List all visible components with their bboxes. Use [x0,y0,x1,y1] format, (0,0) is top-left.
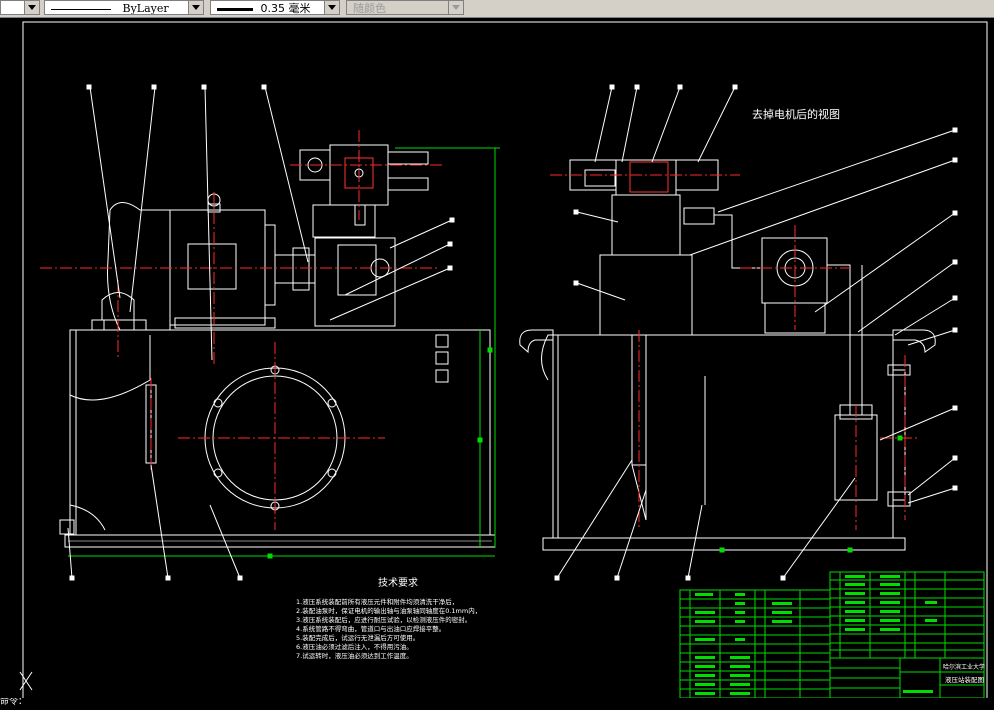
parts-list [679,571,985,699]
tech-requirements-title: 技术要求 [378,576,418,589]
drawing-canvas[interactable]: 去掉电机后的视图 技术要求 1.液压系统装配前所有液压元件和附件均须清洗干净后，… [0,18,994,706]
side-view [519,159,936,551]
tech-note: 1.液压系统装配前所有液压元件和附件均须清洗干净后， [296,597,458,606]
chevron-down-icon[interactable] [188,1,203,14]
properties-toolbar: ByLayer 0.35 毫米 随颜色 [0,0,994,18]
side-view-dimensions [719,435,903,553]
view-caption: 去掉电机后的视图 [752,107,840,121]
front-view [59,144,496,548]
drawing-svg: 去掉电机后的视图 技术要求 1.液压系统装配前所有液压元件和附件均须清洗干净后，… [19,21,988,703]
tech-note: 2.装配油泵时，保证电机的输出轴与油泵轴同轴度在0.1mm内， [296,606,481,615]
sheet-border [22,21,988,703]
motor-fan-cover [107,202,171,331]
ucs-icon [19,671,33,691]
side-view-centerlines [550,174,920,530]
pump-block [314,237,396,327]
front-view-leaders [67,84,455,581]
valve-stack [312,204,376,238]
tank-body [69,329,491,536]
tech-note: 7.试运转时，液压油必须达到工作温度。 [296,651,413,660]
tech-note: 3.液压系统装配后，应进行耐压试验，以检测液压件的密封。 [296,615,471,624]
motor-terminal-box [187,243,237,290]
plotstyle-label: 随颜色 [353,2,386,15]
chevron-down-icon[interactable] [448,1,463,14]
linetype-label: ByLayer [122,2,169,15]
tech-note: 5.装配完成后，试运行无泄漏后方可使用。 [296,633,419,642]
linetype-combo[interactable]: ByLayer [44,0,204,15]
lineweight-combo[interactable]: 0.35 毫米 [210,0,340,15]
lineweight-label: 0.35 毫米 [260,2,311,15]
front-view-dimensions [68,147,500,559]
chevron-down-icon[interactable] [24,1,39,14]
tech-note: 4.系统管路不得弯曲，管道口与出油口应焊接平整。 [296,624,445,633]
side-pump-mount [599,254,693,336]
tech-note: 6.液压油必须过滤后注入，不得用污油。 [296,642,413,651]
chevron-down-icon[interactable] [324,1,339,14]
previous-combo-dropdown[interactable] [0,0,40,15]
lifting-hook-right [892,329,936,353]
lifting-hook-left [519,329,554,354]
tech-requirements-notes: 1.液压系统装配前所有液压元件和附件均须清洗干净后， 2.装配油泵时，保证电机的… [296,597,481,660]
title-block-company: 哈尔滨工业大学 [943,663,985,671]
side-valve-block [611,194,681,256]
command-line[interactable]: 命令： [0,698,994,706]
title-block-drawing-name: 液压站装配图 [945,675,984,684]
side-tank-body [552,334,894,539]
linetype-preview [51,8,111,10]
plotstyle-combo[interactable]: 随颜色 [346,0,464,15]
lineweight-preview [217,7,253,11]
